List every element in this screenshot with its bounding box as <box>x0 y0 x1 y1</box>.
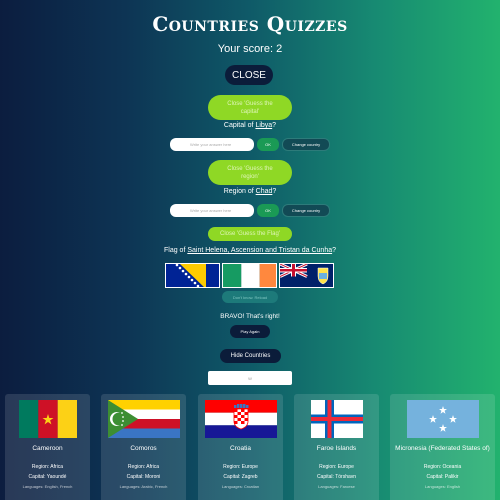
country-region: Region: Oceania <box>423 464 462 470</box>
close-button[interactable]: CLOSE <box>225 65 273 85</box>
capital-ok-button[interactable]: OK <box>257 138 279 151</box>
close-flag-quiz-button[interactable]: Close 'Guess the Flag' <box>208 227 292 241</box>
result-text: BRAVO! That's right! <box>220 313 280 320</box>
micronesia-flag-icon <box>406 400 479 438</box>
country-card-comoros[interactable]: Comoros Region: Africa Capital: Moroni L… <box>101 394 186 500</box>
country-card-micronesia[interactable]: Micronesia (Federated States of) Region:… <box>390 394 495 500</box>
country-languages: Languages: English <box>424 484 461 489</box>
capital-answer-input[interactable]: Write your answer here <box>170 138 254 151</box>
score-text: Your score: 2 <box>217 43 283 55</box>
dont-know-reload-button[interactable]: Don't know. Reload <box>222 291 278 303</box>
country-languages: Languages: Arabic, French <box>119 484 168 489</box>
country-languages: Languages: Croatian <box>221 484 260 489</box>
country-region: Region: Africa <box>31 464 64 470</box>
region-answer-input[interactable]: Write your answer here <box>170 204 254 217</box>
ireland-flag-icon <box>223 264 276 287</box>
bosnia-flag-option[interactable] <box>165 263 220 288</box>
region-question: Region of Chad? <box>223 188 277 195</box>
capital-change-country-button[interactable]: Change country <box>282 138 330 151</box>
saint-helena-flag-icon <box>280 264 333 287</box>
country-card-croatia[interactable]: Croatia Region: Europe Capital: Zagreb L… <box>198 394 283 500</box>
country-region: Region: Africa <box>127 464 160 470</box>
flag-question: Flag of Saint Helena, Ascension and Tris… <box>163 247 337 254</box>
region-country-link[interactable]: Chad <box>256 188 273 195</box>
play-again-button[interactable]: Play Again <box>230 325 270 338</box>
country-capital: Capital: Zagreb <box>223 474 258 480</box>
country-capital: Capital: Moroni <box>126 474 161 480</box>
hide-countries-button[interactable]: Hide Countries <box>220 349 281 363</box>
faroe-flag-icon <box>310 400 363 438</box>
cameroon-flag-icon <box>18 400 77 438</box>
country-capital: Capital: Palikir <box>426 474 459 480</box>
country-name: Comoros <box>130 445 157 452</box>
ireland-flag-option[interactable] <box>222 263 277 288</box>
country-name: Micronesia (Federated States of) <box>395 445 490 452</box>
country-capital: Capital: Tórshavn <box>316 474 357 480</box>
region-change-country-button[interactable]: Change country <box>282 204 330 217</box>
close-region-quiz-button[interactable]: Close 'Guess the region' <box>208 160 292 185</box>
capital-question: Capital of Libya? <box>223 122 277 129</box>
country-card-cameroon[interactable]: Cameroon Region: Africa Capital: Yaoundé… <box>5 394 90 500</box>
bosnia-flag-icon <box>166 264 219 287</box>
country-region: Region: Europe <box>319 464 354 470</box>
country-name: Croatia <box>230 445 251 452</box>
capital-country-link[interactable]: Libya <box>255 122 272 129</box>
country-languages: Languages: English, French <box>22 484 73 489</box>
region-ok-button[interactable]: OK <box>257 204 279 217</box>
country-languages: Languages: Faroese <box>318 484 355 489</box>
croatia-flag-icon <box>204 400 277 438</box>
saint-helena-flag-option[interactable] <box>279 263 334 288</box>
flag-country-link[interactable]: Saint Helena, Ascension and Tristan da C… <box>187 247 332 254</box>
country-name: Faroe Islands <box>316 445 357 452</box>
country-capital: Capital: Yaoundé <box>28 474 67 480</box>
page-title: Countries Quizzes <box>152 12 348 36</box>
country-card-faroe-islands[interactable]: Faroe Islands Region: Europe Capital: Tó… <box>294 394 379 500</box>
country-region: Region: Europe <box>223 464 258 470</box>
close-capital-quiz-button[interactable]: Close 'Guess the capital' <box>208 95 292 120</box>
comoros-flag-icon <box>107 400 180 438</box>
country-name: Cameroon <box>32 445 63 452</box>
country-filter-input[interactable]: W <box>208 371 292 385</box>
